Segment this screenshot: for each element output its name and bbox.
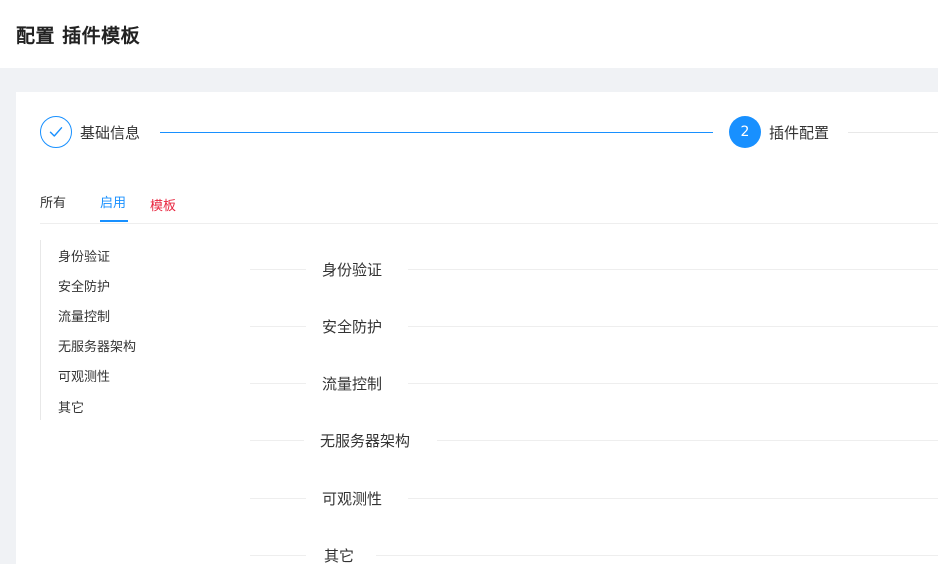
side-nav-item-other[interactable]: 其它	[58, 397, 84, 416]
section-divider-security: 安全防护	[250, 316, 938, 336]
page-title: 配置 插件模板	[16, 25, 141, 47]
section-title: 身份验证	[322, 261, 383, 279]
side-nav-item-auth[interactable]: 身份验证	[58, 246, 110, 265]
section-title: 无服务器架构	[320, 432, 411, 450]
side-nav: 身份验证 安全防护 流量控制 无服务器架构 可观测性 其它	[40, 240, 180, 420]
step-1-label: 基础信息	[80, 124, 141, 142]
section-title: 流量控制	[322, 375, 383, 393]
side-nav-item-traffic[interactable]: 流量控制	[58, 306, 110, 325]
active-tab-indicator	[100, 220, 128, 222]
side-nav-item-observability[interactable]: 可观测性	[58, 366, 110, 385]
step-2-number: 2	[729, 116, 761, 148]
section-divider-auth: 身份验证	[250, 259, 938, 279]
main-card: 基础信息 2 插件配置 所有 启用 模板 身份验证 安全防护 流量控制 无服务器…	[16, 92, 938, 564]
side-nav-item-security[interactable]: 安全防护	[58, 276, 110, 295]
section-divider-other: 其它	[250, 545, 938, 564]
section-divider-traffic: 流量控制	[250, 373, 938, 393]
section-title: 安全防护	[322, 318, 383, 336]
check-icon	[49, 127, 63, 137]
tab-all[interactable]: 所有	[40, 192, 66, 211]
page-header: 配置 插件模板	[0, 0, 938, 68]
step-connector-pending	[848, 132, 938, 133]
step-connector-done	[160, 132, 713, 133]
tab-template[interactable]: 模板	[150, 195, 176, 214]
step-1-check-icon	[40, 116, 72, 148]
section-divider-observability: 可观测性	[250, 488, 938, 508]
step-2-label: 插件配置	[769, 124, 830, 142]
tabs-divider	[40, 223, 938, 224]
section-divider-serverless: 无服务器架构	[250, 430, 938, 450]
tab-enabled[interactable]: 启用	[100, 192, 126, 211]
section-title: 其它	[324, 547, 355, 564]
side-nav-item-serverless[interactable]: 无服务器架构	[58, 336, 136, 355]
section-title: 可观测性	[322, 490, 383, 508]
